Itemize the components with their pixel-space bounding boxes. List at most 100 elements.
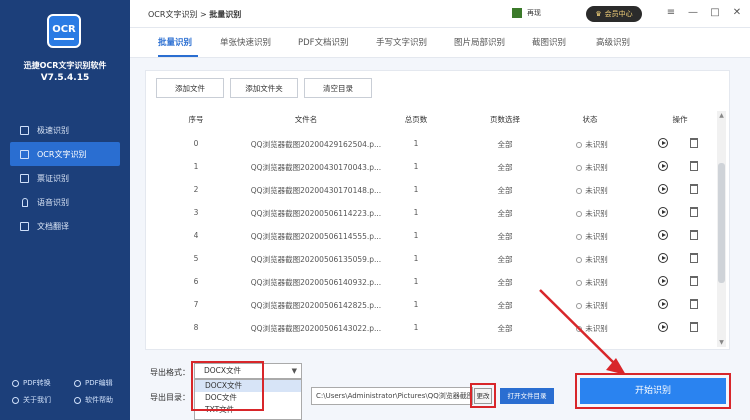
trash-icon[interactable] xyxy=(690,230,698,240)
add-file-button[interactable]: 添加文件 xyxy=(156,78,224,98)
row-page-select[interactable]: 全部 xyxy=(480,139,530,150)
info-icon xyxy=(12,396,19,404)
play-icon[interactable] xyxy=(658,161,668,171)
sidebar-item-label: 文档翻译 xyxy=(37,221,69,231)
tab-bar: 批量识别 单张快速识别 PDF文档识别 手写文字识别 图片局部识别 截图识别 高… xyxy=(130,28,750,58)
row-status: 未识别 xyxy=(564,208,620,219)
sidebar-item-translate[interactable]: 文档翻译 xyxy=(0,214,130,238)
col-filename: 文件名 xyxy=(294,115,318,124)
row-pages: 1 xyxy=(413,208,419,217)
minimize-button[interactable]: — xyxy=(686,6,700,20)
app-logo: OCR xyxy=(47,14,81,48)
top-bar: OCR文字识别 > 批量识别 再现 ♛ 会员中心 ≡ — □ ✕ xyxy=(130,0,750,28)
pdf-edit-link[interactable]: PDF编辑 xyxy=(74,378,113,388)
trash-icon[interactable] xyxy=(690,207,698,217)
open-dir-button[interactable]: 打开文件目录 xyxy=(500,388,554,404)
help-link[interactable]: 软件帮助 xyxy=(74,395,113,405)
row-filename: QQ浏览器截图20200506135059.p... xyxy=(250,255,382,264)
status-radio-icon xyxy=(576,188,583,194)
row-filename: QQ浏览器截图20200429162504.p... xyxy=(250,140,382,149)
trash-icon[interactable] xyxy=(690,253,698,263)
breadcrumb-parent[interactable]: OCR文字识别 xyxy=(148,10,197,19)
play-icon[interactable] xyxy=(658,276,668,286)
clear-list-button[interactable]: 清空目录 xyxy=(304,78,372,98)
play-icon[interactable] xyxy=(658,207,668,217)
sidebar-item-voice[interactable]: 语音识别 xyxy=(0,190,130,214)
play-icon[interactable] xyxy=(658,184,668,194)
row-page-select[interactable]: 全部 xyxy=(480,162,530,173)
microphone-icon xyxy=(22,197,28,207)
play-icon[interactable] xyxy=(658,230,668,240)
table-row[interactable]: 0 QQ浏览器截图20200429162504.p... 1 全部 未识别 xyxy=(146,134,716,157)
vip-center-button[interactable]: ♛ 会员中心 xyxy=(586,6,642,22)
table-row[interactable]: 2 QQ浏览器截图20200430170148.p... 1 全部 未识别 xyxy=(146,180,716,203)
sidebar-item-ocr[interactable]: OCR文字识别 xyxy=(10,142,120,166)
row-pages: 1 xyxy=(413,323,419,332)
sidebar-item-fast-recognize[interactable]: 极速识别 xyxy=(0,118,130,142)
table-row[interactable]: 1 QQ浏览器截图20200430170043.p... 1 全部 未识别 xyxy=(146,157,716,180)
tab-batch[interactable]: 批量识别 xyxy=(158,36,192,48)
pdf-convert-link[interactable]: PDF转换 xyxy=(12,378,51,388)
user-info[interactable]: 再现 xyxy=(512,8,541,18)
menu-button[interactable]: ≡ xyxy=(664,6,678,20)
row-index: 6 xyxy=(193,277,199,286)
add-folder-button[interactable]: 添加文件夹 xyxy=(230,78,298,98)
tab-handwriting[interactable]: 手写文字识别 xyxy=(376,36,427,48)
crown-icon: ♛ xyxy=(595,10,602,18)
play-icon[interactable] xyxy=(658,299,668,309)
sidebar-item-ticket[interactable]: 票证识别 xyxy=(0,166,130,190)
row-page-select[interactable]: 全部 xyxy=(480,208,530,219)
tab-screenshot[interactable]: 截图识别 xyxy=(532,36,566,48)
trash-icon[interactable] xyxy=(690,276,698,286)
row-filename: QQ浏览器截图20200430170148.p... xyxy=(250,186,382,195)
row-index: 5 xyxy=(193,254,199,263)
vertical-scrollbar[interactable]: ▲ ▼ xyxy=(717,111,726,347)
tab-pdf[interactable]: PDF文档识别 xyxy=(298,36,349,48)
play-icon[interactable] xyxy=(658,322,668,332)
row-status: 未识别 xyxy=(564,277,620,288)
breadcrumb-separator: > xyxy=(200,10,207,19)
play-icon[interactable] xyxy=(658,138,668,148)
col-pages: 总页数 xyxy=(404,115,428,124)
lightning-icon xyxy=(20,125,29,135)
row-index: 1 xyxy=(193,162,199,171)
scroll-thumb[interactable] xyxy=(718,163,725,283)
table-row[interactable]: 5 QQ浏览器截图20200506135059.p... 1 全部 未识别 xyxy=(146,249,716,272)
row-status: 未识别 xyxy=(564,254,620,265)
table-row[interactable]: 3 QQ浏览器截图20200506114223.p... 1 全部 未识别 xyxy=(146,203,716,226)
scroll-down-icon[interactable]: ▼ xyxy=(717,338,726,347)
export-dir-field[interactable]: C:\Users\Administrator\Pictures\QQ浏览器截图 xyxy=(311,387,473,405)
help-icon xyxy=(74,396,81,404)
table-row[interactable]: 4 QQ浏览器截图20200506114555.p... 1 全部 未识别 xyxy=(146,226,716,249)
trash-icon[interactable] xyxy=(690,138,698,148)
scroll-up-icon[interactable]: ▲ xyxy=(717,111,726,120)
row-page-select[interactable]: 全部 xyxy=(480,231,530,242)
table-row[interactable]: 6 QQ浏览器截图20200506140932.p... 1 全部 未识别 xyxy=(146,272,716,295)
maximize-button[interactable]: □ xyxy=(708,6,722,20)
sidebar-item-label: 票证识别 xyxy=(37,173,69,183)
sidebar-item-label: 极速识别 xyxy=(37,125,69,135)
trash-icon[interactable] xyxy=(690,184,698,194)
table-row[interactable]: 8 QQ浏览器截图20200506143022.p... 1 全部 未识别 xyxy=(146,318,716,341)
row-page-select[interactable]: 全部 xyxy=(480,254,530,265)
status-radio-icon xyxy=(576,234,583,240)
sidebar-item-label: 语音识别 xyxy=(37,197,69,207)
tab-image-partial[interactable]: 图片局部识别 xyxy=(454,36,505,48)
row-page-select[interactable]: 全部 xyxy=(480,300,530,311)
row-page-select[interactable]: 全部 xyxy=(480,323,530,334)
trash-icon[interactable] xyxy=(690,161,698,171)
row-page-select[interactable]: 全部 xyxy=(480,277,530,288)
play-icon[interactable] xyxy=(658,253,668,263)
tab-single-quick[interactable]: 单张快速识别 xyxy=(220,36,271,48)
trash-icon[interactable] xyxy=(690,299,698,309)
row-status: 未识别 xyxy=(564,162,620,173)
pdf-convert-icon xyxy=(12,379,19,387)
row-page-select[interactable]: 全部 xyxy=(480,185,530,196)
close-button[interactable]: ✕ xyxy=(730,6,744,20)
tab-advanced[interactable]: 高级识别 xyxy=(596,36,630,48)
trash-icon[interactable] xyxy=(690,322,698,332)
row-status: 未识别 xyxy=(564,300,620,311)
about-link[interactable]: 关于我们 xyxy=(12,395,51,405)
export-format-label: 导出格式： xyxy=(150,368,190,377)
table-row[interactable]: 7 QQ浏览器截图20200506142825.p... 1 全部 未识别 xyxy=(146,295,716,318)
